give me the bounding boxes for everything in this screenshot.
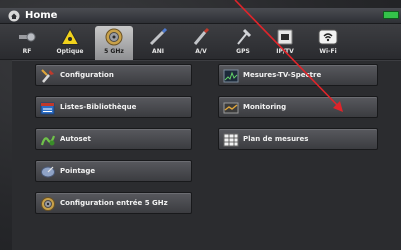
tab-optique[interactable]: Optique bbox=[51, 26, 89, 59]
mesures-tv-spectre-button[interactable]: Mesures-TV-Spectre bbox=[218, 64, 378, 86]
satellite-dish-icon bbox=[41, 166, 55, 178]
tab-label: GPS bbox=[236, 48, 250, 55]
spectrum-icon bbox=[223, 69, 239, 83]
configuration-label: Configuration bbox=[60, 71, 114, 79]
tab-rf[interactable]: RF bbox=[8, 26, 46, 59]
configuration-5ghz-label: Configuration entrée 5 GHz bbox=[60, 199, 168, 207]
wifi-icon bbox=[318, 29, 338, 45]
autoset-button[interactable]: Autoset bbox=[35, 128, 192, 150]
probe-cable-icon bbox=[149, 27, 168, 46]
pointage-button[interactable]: Pointage bbox=[35, 160, 192, 182]
device-screen: Home RF Optique 5 GHz ANI A/V GPS IP/TV … bbox=[0, 0, 401, 250]
listes-bibliotheque-label: Listes-Bibliothèque bbox=[60, 103, 137, 111]
rf-connector-icon bbox=[19, 32, 36, 42]
mesures-tv-spectre-label: Mesures-TV-Spectre bbox=[243, 71, 322, 79]
configuration-5ghz-button[interactable]: Configuration entrée 5 GHz bbox=[35, 192, 192, 214]
tab-av[interactable]: A/V bbox=[182, 26, 220, 59]
plan-de-mesures-label: Plan de mesures bbox=[243, 135, 309, 143]
monitoring-button[interactable]: Monitoring bbox=[218, 96, 378, 118]
tab-label: 5 GHz bbox=[104, 48, 124, 55]
monitoring-label: Monitoring bbox=[243, 103, 287, 111]
title-bar: Home bbox=[0, 8, 401, 24]
av-cable-icon bbox=[193, 27, 210, 45]
coax-connector-icon bbox=[105, 28, 123, 46]
autoset-label: Autoset bbox=[60, 135, 91, 143]
tab-wifi[interactable]: Wi-Fi bbox=[309, 26, 347, 59]
tools-icon bbox=[41, 69, 54, 83]
tab-label: Optique bbox=[56, 48, 84, 55]
laser-warning-icon bbox=[60, 27, 80, 45]
tab-label: ANI bbox=[152, 48, 164, 55]
gps-antenna-icon bbox=[237, 28, 252, 45]
tab-ip[interactable]: IP/TV bbox=[266, 26, 304, 59]
measurement-plan-icon bbox=[223, 133, 239, 147]
configuration-button[interactable]: Configuration bbox=[35, 64, 192, 86]
tab-ani[interactable]: ANI bbox=[139, 26, 177, 59]
network-port-icon bbox=[277, 29, 293, 45]
tab-label: RF bbox=[22, 48, 32, 55]
tab-label: Wi-Fi bbox=[319, 48, 337, 55]
autoset-icon bbox=[40, 135, 56, 146]
home-icon[interactable] bbox=[8, 10, 20, 22]
monitoring-icon bbox=[223, 102, 239, 114]
tab-label: IP/TV bbox=[276, 48, 294, 55]
listes-bibliotheque-button[interactable]: Listes-Bibliothèque bbox=[35, 96, 192, 118]
menu-panel bbox=[12, 60, 401, 250]
pointage-label: Pointage bbox=[60, 167, 96, 175]
window-title: Home bbox=[25, 10, 58, 21]
battery-icon bbox=[383, 11, 399, 19]
plan-de-mesures-button[interactable]: Plan de mesures bbox=[218, 128, 378, 150]
tab-bar: RF Optique 5 GHz ANI A/V GPS IP/TV Wi-Fi bbox=[0, 24, 401, 60]
tab-gps[interactable]: GPS bbox=[224, 26, 262, 59]
tab-label: A/V bbox=[195, 48, 207, 55]
tab-5ghz[interactable]: 5 GHz bbox=[95, 26, 133, 60]
library-list-icon bbox=[40, 102, 55, 115]
coax-connector-icon bbox=[41, 197, 55, 211]
